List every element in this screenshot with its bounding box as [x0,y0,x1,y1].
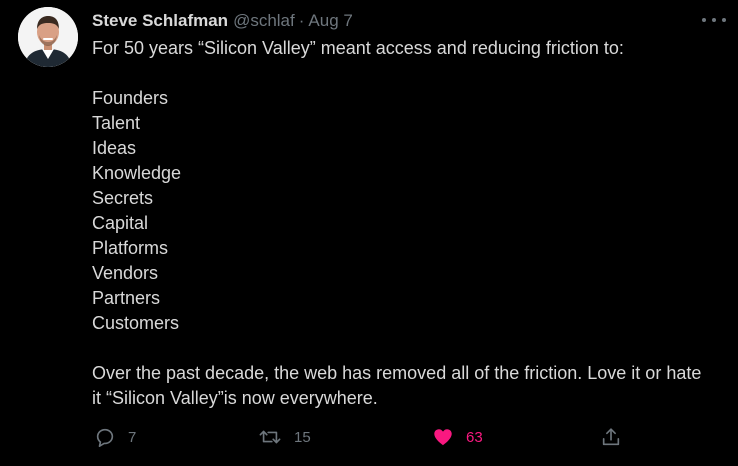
tweet-closing-line-2: it “Silicon Valley”is now everywhere. [92,388,378,408]
more-horizontal-icon [722,18,726,22]
author-handle[interactable]: @schlaf [233,11,295,31]
tweet-header: Steve Schlafman @schlaf · Aug 7 [92,10,353,32]
retweet-button[interactable]: 15 [258,424,311,450]
list-item: Talent [92,113,141,133]
retweet-count: 15 [294,428,311,446]
reply-button[interactable]: 7 [94,424,136,450]
reply-count: 7 [128,428,137,446]
like-count: 63 [466,428,483,446]
list-item: Capital [92,213,149,233]
tweet-date[interactable]: Aug 7 [308,11,352,31]
reply-bubble-icon [96,428,114,447]
share-button[interactable] [600,424,622,450]
more-horizontal-icon [712,18,716,22]
tweet-intro: For 50 years “Silicon Valley” meant acce… [92,38,624,58]
separator: · [298,11,305,30]
list-item: Secrets [92,188,154,208]
list-item: Knowledge [92,163,182,183]
list-item: Vendors [92,263,159,283]
tweet-text: For 50 years “Silicon Valley” meant acce… [92,36,732,411]
list-item: Partners [92,288,161,308]
like-button[interactable]: 63 [432,424,483,450]
tweet: Steve Schlafman @schlaf · Aug 7 For 50 y… [0,0,738,466]
avatar-photo [18,7,78,67]
list-item: Ideas [92,138,137,158]
heart-icon [434,429,452,446]
avatar[interactable] [18,7,78,67]
share-icon [602,428,620,446]
list-item: Customers [92,313,180,333]
more-options-button[interactable] [702,12,726,28]
retweet-icon [259,430,281,444]
tweet-actions: 7 15 63 [0,420,738,454]
list-item: Platforms [92,238,169,258]
more-horizontal-icon [702,18,706,22]
list-item: Founders [92,88,169,108]
tweet-closing-line-1: Over the past decade, the web has remove… [92,363,702,383]
author-name[interactable]: Steve Schlafman [92,11,228,31]
